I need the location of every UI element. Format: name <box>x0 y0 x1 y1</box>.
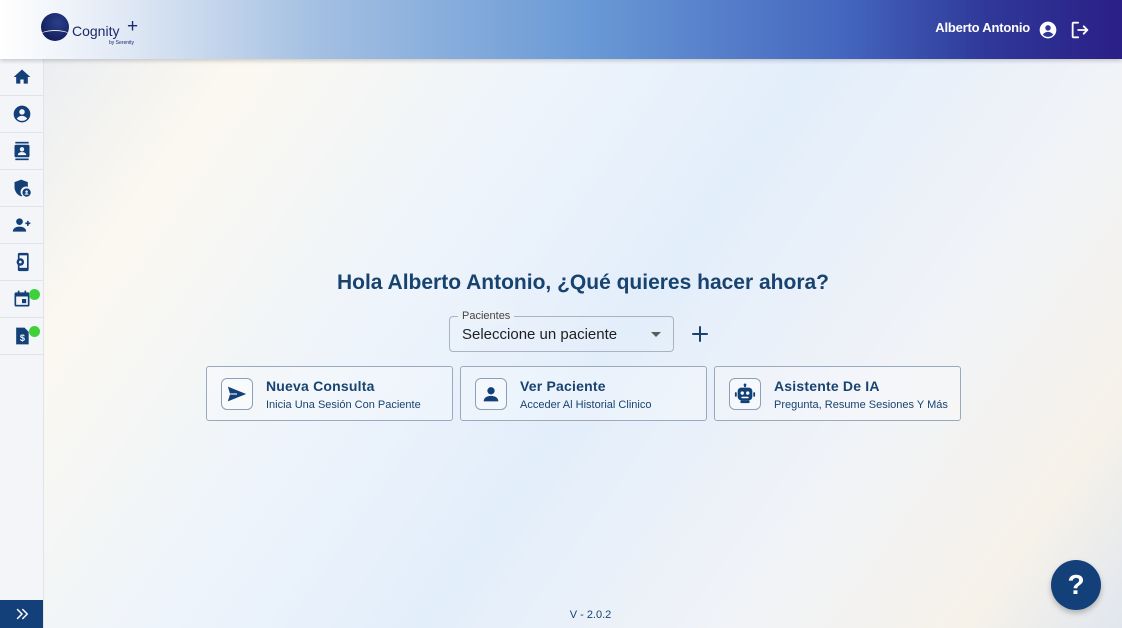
shield-user-icon <box>14 179 31 197</box>
person-add-icon <box>12 218 30 232</box>
greeting-heading: Hola Alberto Antonio, ¿Qué quieres hacer… <box>336 271 829 294</box>
card-title: Ver Paciente <box>520 378 606 394</box>
card-icon-box <box>729 378 761 410</box>
account-circle-icon <box>13 105 30 123</box>
sidebar-item-admin[interactable] <box>0 170 43 207</box>
notification-badge <box>29 326 40 337</box>
sidebar-item-calendar[interactable] <box>0 281 43 318</box>
send-icon <box>227 386 247 402</box>
svg-text:$: $ <box>19 333 24 343</box>
home-icon <box>13 69 30 84</box>
double-chevron-right-icon <box>16 608 28 620</box>
dropdown-arrow-icon <box>651 332 661 337</box>
logo-subtitle: by Serenity <box>109 40 135 46</box>
patient-select-value: Seleccione un paciente <box>462 326 618 343</box>
logo-text: Cognity <box>72 23 120 39</box>
person-icon <box>483 387 499 402</box>
sidebar: $ <box>0 59 44 628</box>
card-title: Nueva Consulta <box>266 378 375 394</box>
sidebar-item-billing[interactable]: $ <box>0 318 43 355</box>
user-name[interactable]: Alberto Antonio <box>935 20 1030 35</box>
sidebar-item-device-settings[interactable] <box>0 244 43 281</box>
account-circle-icon[interactable] <box>1038 20 1058 40</box>
logo-plus: + <box>127 16 139 37</box>
sidebar-item-home[interactable] <box>0 59 43 96</box>
help-button[interactable]: ? <box>1051 560 1101 610</box>
robot-icon <box>734 383 756 404</box>
ai-assistant-card[interactable]: Asistente De IA Pregunta, Resume Sesione… <box>714 366 961 421</box>
contacts-icon <box>14 141 29 161</box>
patient-select[interactable]: Pacientes Seleccione un paciente <box>449 309 674 352</box>
expand-sidebar-button[interactable] <box>0 600 43 628</box>
new-consultation-card[interactable]: Nueva Consulta Inicia Una Sesión Con Pac… <box>206 366 453 421</box>
sidebar-item-contacts[interactable] <box>0 133 43 170</box>
top-bar: Cognity + by Serenity Alberto Antonio <box>0 0 1122 59</box>
view-patient-card[interactable]: Ver Paciente Acceder Al Historial Clinic… <box>460 366 707 421</box>
phone-settings-icon <box>16 252 29 272</box>
card-title: Asistente De IA <box>774 378 880 394</box>
card-subtitle: Pregunta, Resume Sesiones Y Más <box>774 399 948 411</box>
card-icon-box <box>221 378 253 410</box>
card-icon-box <box>475 378 507 410</box>
sidebar-item-add-user[interactable] <box>0 207 43 244</box>
sidebar-item-profile[interactable] <box>0 96 43 133</box>
notification-badge <box>29 289 40 300</box>
card-subtitle: Inicia Una Sesión Con Paciente <box>266 399 421 411</box>
version-label: V - 2.0.2 <box>569 609 612 621</box>
logo-mark <box>41 13 69 41</box>
add-patient-button[interactable] <box>688 322 712 346</box>
logout-icon[interactable] <box>1069 19 1091 41</box>
card-subtitle: Acceder Al Historial Clinico <box>520 399 652 411</box>
patient-select-label: Pacientes <box>458 309 515 323</box>
cognity-logo[interactable]: Cognity + by Serenity <box>40 12 150 48</box>
